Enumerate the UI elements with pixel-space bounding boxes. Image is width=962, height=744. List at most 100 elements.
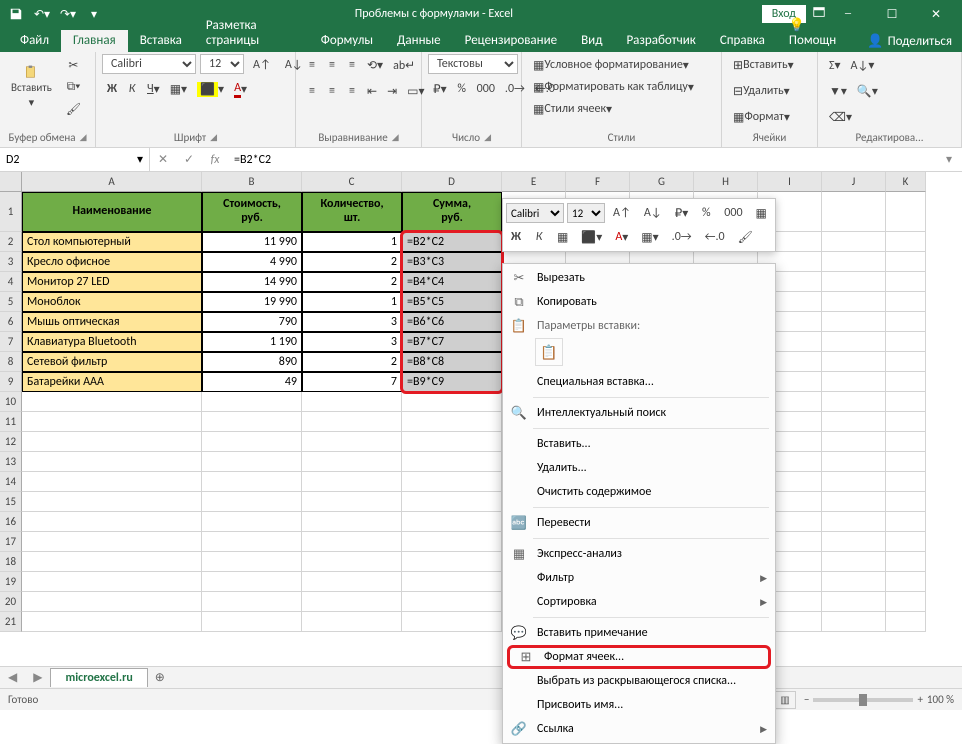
cell[interactable]: =B2*C2 bbox=[402, 232, 502, 252]
italic-button[interactable]: К bbox=[122, 78, 142, 100]
mini-italic-icon[interactable]: К bbox=[529, 226, 549, 248]
mini-currency-icon[interactable]: ₽▾ bbox=[670, 202, 694, 224]
col-header[interactable]: B bbox=[202, 172, 302, 192]
header-cell[interactable] bbox=[886, 192, 926, 232]
header-cell[interactable]: Сумма,руб. bbox=[402, 192, 502, 232]
cell[interactable] bbox=[402, 572, 502, 592]
cell[interactable] bbox=[886, 552, 926, 572]
formula-input[interactable]: =B2*C2 bbox=[228, 153, 936, 167]
delete-cells-button[interactable]: ⊟ Удалить▾ bbox=[728, 80, 814, 102]
zoom-out-icon[interactable]: − bbox=[804, 693, 809, 706]
cell[interactable] bbox=[302, 552, 402, 572]
cell[interactable] bbox=[402, 492, 502, 512]
save-icon[interactable] bbox=[4, 2, 28, 26]
ctx-format-cells[interactable]: ⊞Формат ячеек... bbox=[507, 645, 771, 669]
mini-bold-icon[interactable]: Ж bbox=[506, 226, 526, 248]
fill-color-icon[interactable]: ⬛▾ bbox=[192, 78, 229, 100]
cell[interactable] bbox=[202, 552, 302, 572]
zoom-in-icon[interactable]: + bbox=[917, 693, 922, 706]
cell[interactable]: 890 bbox=[202, 352, 302, 372]
mini-size-select[interactable]: 12 bbox=[567, 203, 605, 223]
cell[interactable] bbox=[822, 272, 886, 292]
cell[interactable] bbox=[886, 532, 926, 552]
autosum-icon[interactable]: Σ▾ bbox=[824, 54, 846, 76]
insert-cells-button[interactable]: ⊞ Вставить▾ bbox=[728, 54, 814, 76]
ctx-insert[interactable]: Вставить... bbox=[503, 432, 775, 456]
fill-icon[interactable]: ▼▾ bbox=[824, 80, 852, 102]
mini-format-icon[interactable]: ▦ bbox=[751, 202, 772, 224]
cell[interactable] bbox=[402, 592, 502, 612]
share-button[interactable]: 👤 Поделиться bbox=[857, 31, 962, 52]
row-header[interactable]: 12 bbox=[0, 432, 22, 452]
cell[interactable] bbox=[202, 612, 302, 632]
cell[interactable] bbox=[402, 472, 502, 492]
mini-border2-icon[interactable]: ▦▾ bbox=[636, 226, 663, 248]
cell[interactable]: Мышь оптическая bbox=[22, 312, 202, 332]
cell[interactable] bbox=[886, 392, 926, 412]
cell[interactable]: 19 990 bbox=[202, 292, 302, 312]
cell[interactable] bbox=[302, 572, 402, 592]
cell[interactable] bbox=[302, 532, 402, 552]
cell[interactable] bbox=[402, 392, 502, 412]
increase-indent-icon[interactable]: ⇥ bbox=[382, 80, 402, 102]
format-painter-icon[interactable]: 🖌 bbox=[61, 98, 86, 120]
cell[interactable] bbox=[22, 452, 202, 472]
row-header[interactable]: 7 bbox=[0, 332, 22, 352]
cell[interactable]: =B4*C4 bbox=[402, 272, 502, 292]
sheet-nav-next-icon[interactable]: ▶ bbox=[25, 670, 50, 685]
tab-review[interactable]: Рецензирование bbox=[453, 30, 569, 52]
cell[interactable] bbox=[22, 572, 202, 592]
cell[interactable] bbox=[22, 432, 202, 452]
cell[interactable] bbox=[22, 592, 202, 612]
cell[interactable] bbox=[22, 412, 202, 432]
col-header[interactable]: E bbox=[502, 172, 566, 192]
row-header[interactable]: 19 bbox=[0, 572, 22, 592]
ctx-pick-dropdown[interactable]: Выбрать из раскрывающегося списка... bbox=[503, 669, 775, 693]
row-header[interactable]: 11 bbox=[0, 412, 22, 432]
cell[interactable] bbox=[822, 472, 886, 492]
insert-function-icon[interactable]: fx bbox=[202, 153, 228, 167]
mini-fill-icon[interactable]: ⬛▾ bbox=[576, 226, 607, 248]
tab-help[interactable]: Справка bbox=[708, 30, 777, 52]
format-cells-button[interactable]: ▦ Формат▾ bbox=[728, 106, 814, 128]
cell[interactable] bbox=[302, 612, 402, 632]
mini-shrink-font-icon[interactable]: A↓ bbox=[639, 202, 667, 224]
header-cell[interactable] bbox=[822, 192, 886, 232]
tab-insert[interactable]: Вставка bbox=[128, 30, 194, 52]
cell[interactable] bbox=[822, 332, 886, 352]
row-header[interactable]: 21 bbox=[0, 612, 22, 632]
dialog-launcher-icon[interactable]: ◢ bbox=[484, 132, 491, 143]
row-header[interactable]: 4 bbox=[0, 272, 22, 292]
cell[interactable] bbox=[22, 612, 202, 632]
cell[interactable]: Моноблок bbox=[22, 292, 202, 312]
cell[interactable] bbox=[886, 492, 926, 512]
ctx-smart-lookup[interactable]: 🔍Интеллектуальный поиск bbox=[503, 401, 775, 425]
qat-customize-icon[interactable]: ▾ bbox=[82, 2, 106, 26]
row-header[interactable]: 10 bbox=[0, 392, 22, 412]
expand-formula-icon[interactable]: ▾ bbox=[936, 152, 962, 167]
cell[interactable] bbox=[822, 432, 886, 452]
cell[interactable] bbox=[202, 392, 302, 412]
ctx-cut[interactable]: ✂Вырезать bbox=[503, 266, 775, 290]
close-icon[interactable]: ✕ bbox=[914, 0, 958, 28]
cell[interactable] bbox=[886, 512, 926, 532]
cell[interactable] bbox=[822, 492, 886, 512]
redo-icon[interactable]: ↷▾ bbox=[56, 2, 80, 26]
cell[interactable] bbox=[202, 472, 302, 492]
undo-icon[interactable]: ↶▾ bbox=[30, 2, 54, 26]
mini-font-select[interactable]: Calibri bbox=[506, 203, 564, 223]
cell[interactable]: 1 bbox=[302, 232, 402, 252]
name-box[interactable] bbox=[6, 153, 137, 167]
add-sheet-icon[interactable]: ⊕ bbox=[148, 670, 172, 685]
align-right-icon[interactable]: ≡ bbox=[342, 80, 362, 102]
header-cell[interactable]: Наименование bbox=[22, 192, 202, 232]
find-icon[interactable]: 🔍▾ bbox=[852, 80, 883, 102]
sheet-nav-prev-icon[interactable]: ◀ bbox=[0, 670, 25, 685]
cell[interactable] bbox=[822, 312, 886, 332]
ctx-clear[interactable]: Очистить содержимое bbox=[503, 480, 775, 504]
grow-font-icon[interactable]: A↑ bbox=[248, 54, 276, 76]
ctx-sort[interactable]: Сортировка▶ bbox=[503, 590, 775, 614]
cell[interactable] bbox=[822, 232, 886, 252]
mini-dec-dec-icon[interactable]: ←.0 bbox=[700, 226, 730, 248]
row-header[interactable]: 18 bbox=[0, 552, 22, 572]
